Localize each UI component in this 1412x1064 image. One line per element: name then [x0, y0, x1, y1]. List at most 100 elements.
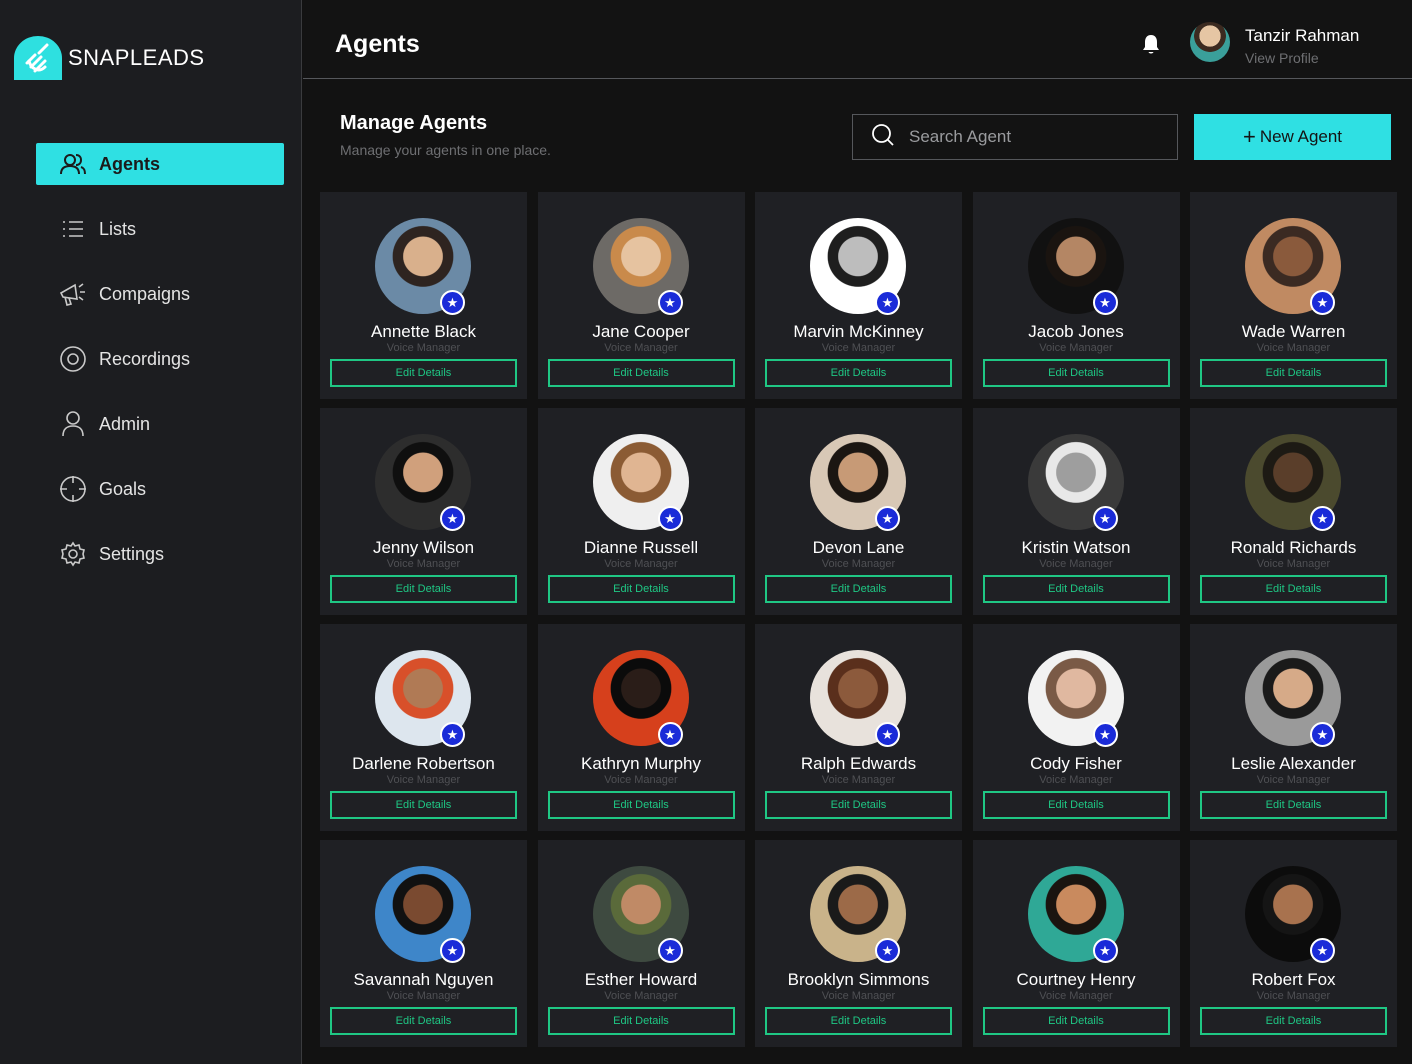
star-badge-icon: ★ — [1092, 290, 1118, 315]
edit-details-button[interactable]: Edit Details — [1200, 1007, 1387, 1035]
star-badge-icon: ★ — [440, 506, 465, 531]
agent-card: ★ Esther Howard Voice Manager Edit Details — [537, 840, 745, 1047]
edit-details-button[interactable]: Edit Details — [330, 791, 517, 819]
edit-details-button[interactable]: Edit Details — [547, 1007, 735, 1035]
agent-name: Devon Lane — [812, 538, 905, 557]
edit-details-button[interactable]: Edit Details — [982, 791, 1170, 819]
sidebar-nav: Agents Lists Compaigns Recordings Admin — [36, 143, 284, 598]
agent-role: Voice Manager — [1256, 774, 1331, 786]
star-badge-icon: ★ — [440, 722, 465, 747]
agent-role: Voice Manager — [386, 558, 461, 570]
agent-card: ★ Jenny Wilson Voice Manager Edit Details — [320, 408, 527, 615]
edit-details-button[interactable]: Edit Details — [547, 575, 735, 603]
sidebar-item-compaigns[interactable]: Compaigns — [36, 273, 284, 315]
star-badge-icon: ★ — [657, 506, 683, 531]
agent-role: Voice Manager — [386, 774, 461, 786]
agent-name: Wade Warren — [1241, 322, 1346, 341]
agent-role: Voice Manager — [386, 342, 461, 354]
agent-role: Voice Manager — [604, 774, 678, 786]
edit-details-button[interactable]: Edit Details — [765, 1007, 952, 1035]
sidebar-item-label: Recordings — [99, 348, 191, 369]
agent-card: ★ Cody Fisher Voice Manager Edit Details — [972, 624, 1180, 831]
agent-role: Voice Manager — [604, 990, 678, 1002]
agent-role: Voice Manager — [1256, 342, 1331, 354]
star-badge-icon: ★ — [1092, 938, 1118, 963]
edit-details-button[interactable]: Edit Details — [330, 575, 517, 603]
agent-card: ★ Marvin McKinney Voice Manager Edit Detail… — [755, 192, 962, 399]
agent-name: Savannah Nguyen — [353, 970, 494, 989]
sidebar-item-lists[interactable]: Lists — [36, 208, 284, 250]
edit-details-button[interactable]: Edit Details — [765, 575, 952, 603]
edit-details-button[interactable]: Edit Details — [765, 791, 952, 819]
agent-card: ★ Kristin Watson Voice Manager Edit Details — [972, 408, 1180, 615]
agent-name: Annette Black — [371, 322, 476, 341]
user-icon — [58, 409, 88, 439]
edit-details-button[interactable]: Edit Details — [1200, 575, 1387, 603]
edit-details-button[interactable]: Edit Details — [982, 1007, 1170, 1035]
edit-details-button[interactable]: Edit Details — [330, 359, 517, 387]
section-subtitle: Manage your agents in one place. — [340, 142, 551, 158]
list-icon — [58, 214, 88, 244]
agent-role: Voice Manager — [1039, 990, 1113, 1002]
edit-details-button[interactable]: Edit Details — [547, 791, 735, 819]
sidebar-item-label: Compaigns — [99, 283, 191, 304]
megaphone-icon — [58, 279, 88, 309]
search-input[interactable] — [909, 127, 1149, 147]
agent-name: Leslie Alexander — [1231, 754, 1356, 773]
page-title: Agents — [335, 30, 420, 58]
gear-icon — [58, 539, 88, 569]
sidebar-item-agents[interactable]: Agents — [36, 143, 284, 185]
edit-details-button[interactable]: Edit Details — [547, 359, 735, 387]
agent-card: ★ Brooklyn Simmons Voice Manager Edit Detai… — [755, 840, 962, 1047]
plus-icon: + — [1242, 124, 1256, 149]
star-badge-icon: ★ — [657, 290, 683, 315]
search-icon — [871, 123, 895, 152]
sidebar-item-admin[interactable]: Admin — [36, 403, 284, 445]
agent-card: ★ Dianne Russell Voice Manager Edit Details — [537, 408, 745, 615]
agent-name: Esther Howard — [584, 970, 698, 989]
search-box[interactable] — [852, 114, 1178, 160]
agent-card: ★ Darlene Robertson Voice Manager Edit Deta… — [320, 624, 527, 831]
star-badge-icon: ★ — [1310, 722, 1335, 747]
star-badge-icon: ★ — [1092, 722, 1118, 747]
star-badge-icon: ★ — [875, 938, 900, 963]
agent-role: Voice Manager — [821, 990, 896, 1002]
sidebar-item-label: Lists — [99, 218, 137, 239]
star-badge-icon: ★ — [1310, 938, 1335, 963]
agent-role: Voice Manager — [1256, 990, 1331, 1002]
edit-details-button[interactable]: Edit Details — [1200, 359, 1387, 387]
agent-name: Jenny Wilson — [372, 538, 475, 557]
agent-role: Voice Manager — [821, 558, 896, 570]
bell-icon[interactable] — [1139, 32, 1163, 56]
edit-details-button[interactable]: Edit Details — [982, 359, 1170, 387]
agent-name: Brooklyn Simmons — [787, 970, 930, 989]
edit-details-button[interactable]: Edit Details — [982, 575, 1170, 603]
agent-role: Voice Manager — [1256, 558, 1331, 570]
agent-name: Ronald Richards — [1230, 538, 1357, 557]
edit-details-button[interactable]: Edit Details — [765, 359, 952, 387]
user-name: Tanzir Rahman — [1245, 26, 1360, 45]
edit-details-button[interactable]: Edit Details — [1200, 791, 1387, 819]
agent-role: Voice Manager — [1039, 342, 1113, 354]
edit-details-button[interactable]: Edit Details — [330, 1007, 517, 1035]
sidebar-item-settings[interactable]: Settings — [36, 533, 284, 575]
star-badge-icon: ★ — [440, 290, 465, 315]
users-icon — [58, 149, 88, 179]
agent-role: Voice Manager — [821, 342, 896, 354]
star-badge-icon: ★ — [875, 290, 900, 315]
new-agent-button[interactable]: + New Agent — [1194, 114, 1391, 160]
sidebar-item-goals[interactable]: Goals — [36, 468, 284, 510]
star-badge-icon: ★ — [875, 506, 900, 531]
star-badge-icon: ★ — [657, 938, 683, 963]
section-title: Manage Agents — [340, 112, 488, 134]
view-profile-link[interactable]: View Profile — [1245, 50, 1319, 66]
sidebar-item-recordings[interactable]: Recordings — [36, 338, 284, 380]
star-badge-icon: ★ — [657, 722, 683, 747]
agent-role: Voice Manager — [821, 774, 896, 786]
agent-grid: ★ Annette Black Voice Manager Edit Details ★… — [320, 192, 1397, 1047]
brand[interactable]: SNAPLEADS — [14, 36, 205, 80]
star-badge-icon: ★ — [1310, 290, 1335, 315]
avatar[interactable] — [1190, 22, 1230, 62]
hand-logo-icon — [14, 36, 62, 80]
agent-name: Cody Fisher — [1030, 754, 1122, 773]
